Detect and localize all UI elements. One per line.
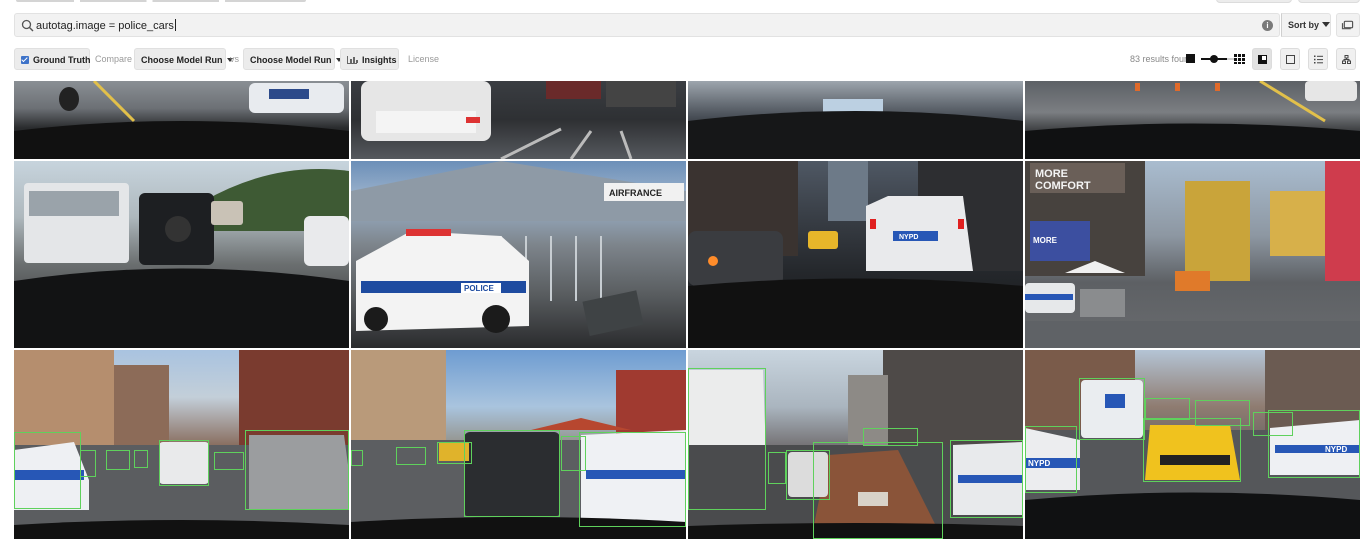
image-tile[interactable] — [14, 81, 349, 159]
toolbar: Ground Truth Compare Choose Model Run vs… — [14, 48, 1360, 70]
bounding-box[interactable] — [1143, 418, 1241, 482]
image-grid: AIRFRANCE POLICE NYPD MORE COMFORT MORE … — [14, 81, 1360, 539]
caret-down-icon — [1322, 22, 1331, 27]
bounding-box[interactable] — [579, 432, 686, 527]
checkbox-checked-icon[interactable] — [21, 56, 29, 64]
bounding-box[interactable] — [351, 450, 363, 466]
bounding-box[interactable] — [1195, 400, 1250, 426]
image-tile[interactable]: NYPD NYPD — [1025, 350, 1360, 539]
bounding-box[interactable] — [1145, 398, 1190, 420]
ground-truth-toggle[interactable]: Ground Truth — [14, 48, 91, 70]
bounding-box[interactable] — [134, 450, 148, 468]
search-row: autotag.image = police_cars i Sort by — [14, 13, 1360, 37]
image-tile[interactable] — [688, 81, 1023, 159]
bounding-box[interactable] — [688, 368, 766, 510]
cluster-view-icon — [1342, 55, 1351, 64]
compare-label: Compare — [95, 54, 133, 64]
single-view-icon — [1286, 55, 1295, 64]
slider-knob[interactable] — [1210, 55, 1218, 63]
bounding-box[interactable] — [863, 428, 918, 446]
bounding-box-toggle-button[interactable] — [1252, 48, 1272, 70]
image-thumbnail: NYPD — [688, 161, 1023, 348]
model-run-dropdown-2[interactable]: Choose Model Run — [243, 48, 342, 70]
image-thumbnail — [688, 99, 1023, 159]
cluster-view-button[interactable] — [1336, 48, 1356, 70]
license-filter[interactable]: License — [408, 48, 439, 70]
sort-by-label: Sort by — [1288, 20, 1320, 30]
cutoff-breadcrumb — [16, 0, 306, 2]
bar-chart-icon — [347, 56, 358, 64]
image-tile[interactable] — [688, 350, 1023, 539]
bounding-box[interactable] — [1025, 426, 1077, 493]
cutoff-button[interactable] — [1216, 0, 1292, 3]
bounding-box[interactable] — [561, 436, 586, 471]
tile-size-small-icon[interactable] — [1186, 54, 1195, 63]
bounding-box[interactable] — [786, 450, 830, 500]
vs-label: vs — [230, 54, 239, 64]
bounding-box[interactable] — [245, 430, 349, 510]
image-thumbnail — [14, 169, 349, 348]
image-thumbnail — [14, 81, 349, 159]
insights-button[interactable]: Insights — [340, 48, 399, 70]
bounding-box[interactable] — [464, 430, 560, 517]
image-thumbnail — [1025, 81, 1360, 159]
search-icon — [21, 19, 34, 32]
bounding-box[interactable] — [214, 452, 244, 470]
info-icon[interactable]: i — [1262, 20, 1273, 31]
bounding-box[interactable] — [813, 442, 943, 539]
airfrance-sign: AIRFRANCE — [609, 188, 662, 198]
bounding-box[interactable] — [396, 447, 426, 465]
bounding-box-toggle-icon — [1258, 55, 1267, 64]
image-tile[interactable]: MORE COMFORT MORE — [1025, 161, 1360, 348]
image-tile[interactable] — [14, 350, 349, 539]
billboard-more: MORE — [1035, 168, 1068, 180]
cutoff-button[interactable] — [1298, 0, 1360, 3]
bounding-box[interactable] — [159, 440, 209, 486]
ground-truth-label: Ground Truth — [33, 55, 91, 65]
model-run-label: Choose Model Run — [141, 55, 223, 65]
layers-icon — [1341, 20, 1354, 30]
bounding-box[interactable] — [80, 450, 96, 477]
image-tile[interactable] — [14, 161, 349, 348]
bounding-box[interactable] — [1079, 378, 1145, 440]
tile-size-slider[interactable] — [1201, 55, 1237, 63]
insights-label: Insights — [362, 55, 397, 65]
image-tile[interactable]: AIRFRANCE POLICE — [351, 161, 686, 348]
bounding-box[interactable] — [437, 442, 472, 464]
single-view-button[interactable] — [1280, 48, 1300, 70]
top-cutoff — [0, 0, 1366, 8]
image-tile[interactable]: NYPD — [688, 161, 1023, 348]
bounding-box[interactable] — [950, 440, 1023, 518]
model-run-dropdown-1[interactable]: Choose Model Run — [134, 48, 233, 70]
bounding-box[interactable] — [106, 450, 130, 470]
image-tile[interactable] — [1025, 81, 1360, 159]
billboard-comfort: COMFORT — [1035, 180, 1091, 192]
image-thumbnail: AIRFRANCE POLICE — [351, 161, 686, 336]
nypd-text: NYPD — [899, 234, 918, 241]
search-query[interactable]: autotag.image = police_cars — [36, 19, 176, 32]
image-thumbnail: MORE COMFORT MORE — [1025, 161, 1360, 348]
police-text: POLICE — [464, 284, 494, 293]
bounding-box[interactable] — [768, 452, 786, 484]
sort-by-button[interactable]: Sort by — [1281, 13, 1331, 37]
list-view-icon — [1314, 55, 1323, 64]
list-view-button[interactable] — [1308, 48, 1328, 70]
grid-view-icon[interactable] — [1234, 54, 1245, 64]
image-tile[interactable] — [351, 350, 686, 539]
results-count: 83 results found — [1129, 54, 1194, 64]
bounding-box[interactable] — [14, 432, 81, 509]
model-run-label: Choose Model Run — [250, 55, 332, 65]
bounding-box[interactable] — [1253, 412, 1293, 436]
image-thumbnail — [361, 81, 676, 159]
search-input[interactable]: autotag.image = police_cars i — [14, 13, 1280, 37]
image-tile[interactable] — [351, 81, 686, 159]
layers-button[interactable] — [1336, 13, 1360, 37]
billboard-more-2: MORE — [1033, 236, 1058, 245]
